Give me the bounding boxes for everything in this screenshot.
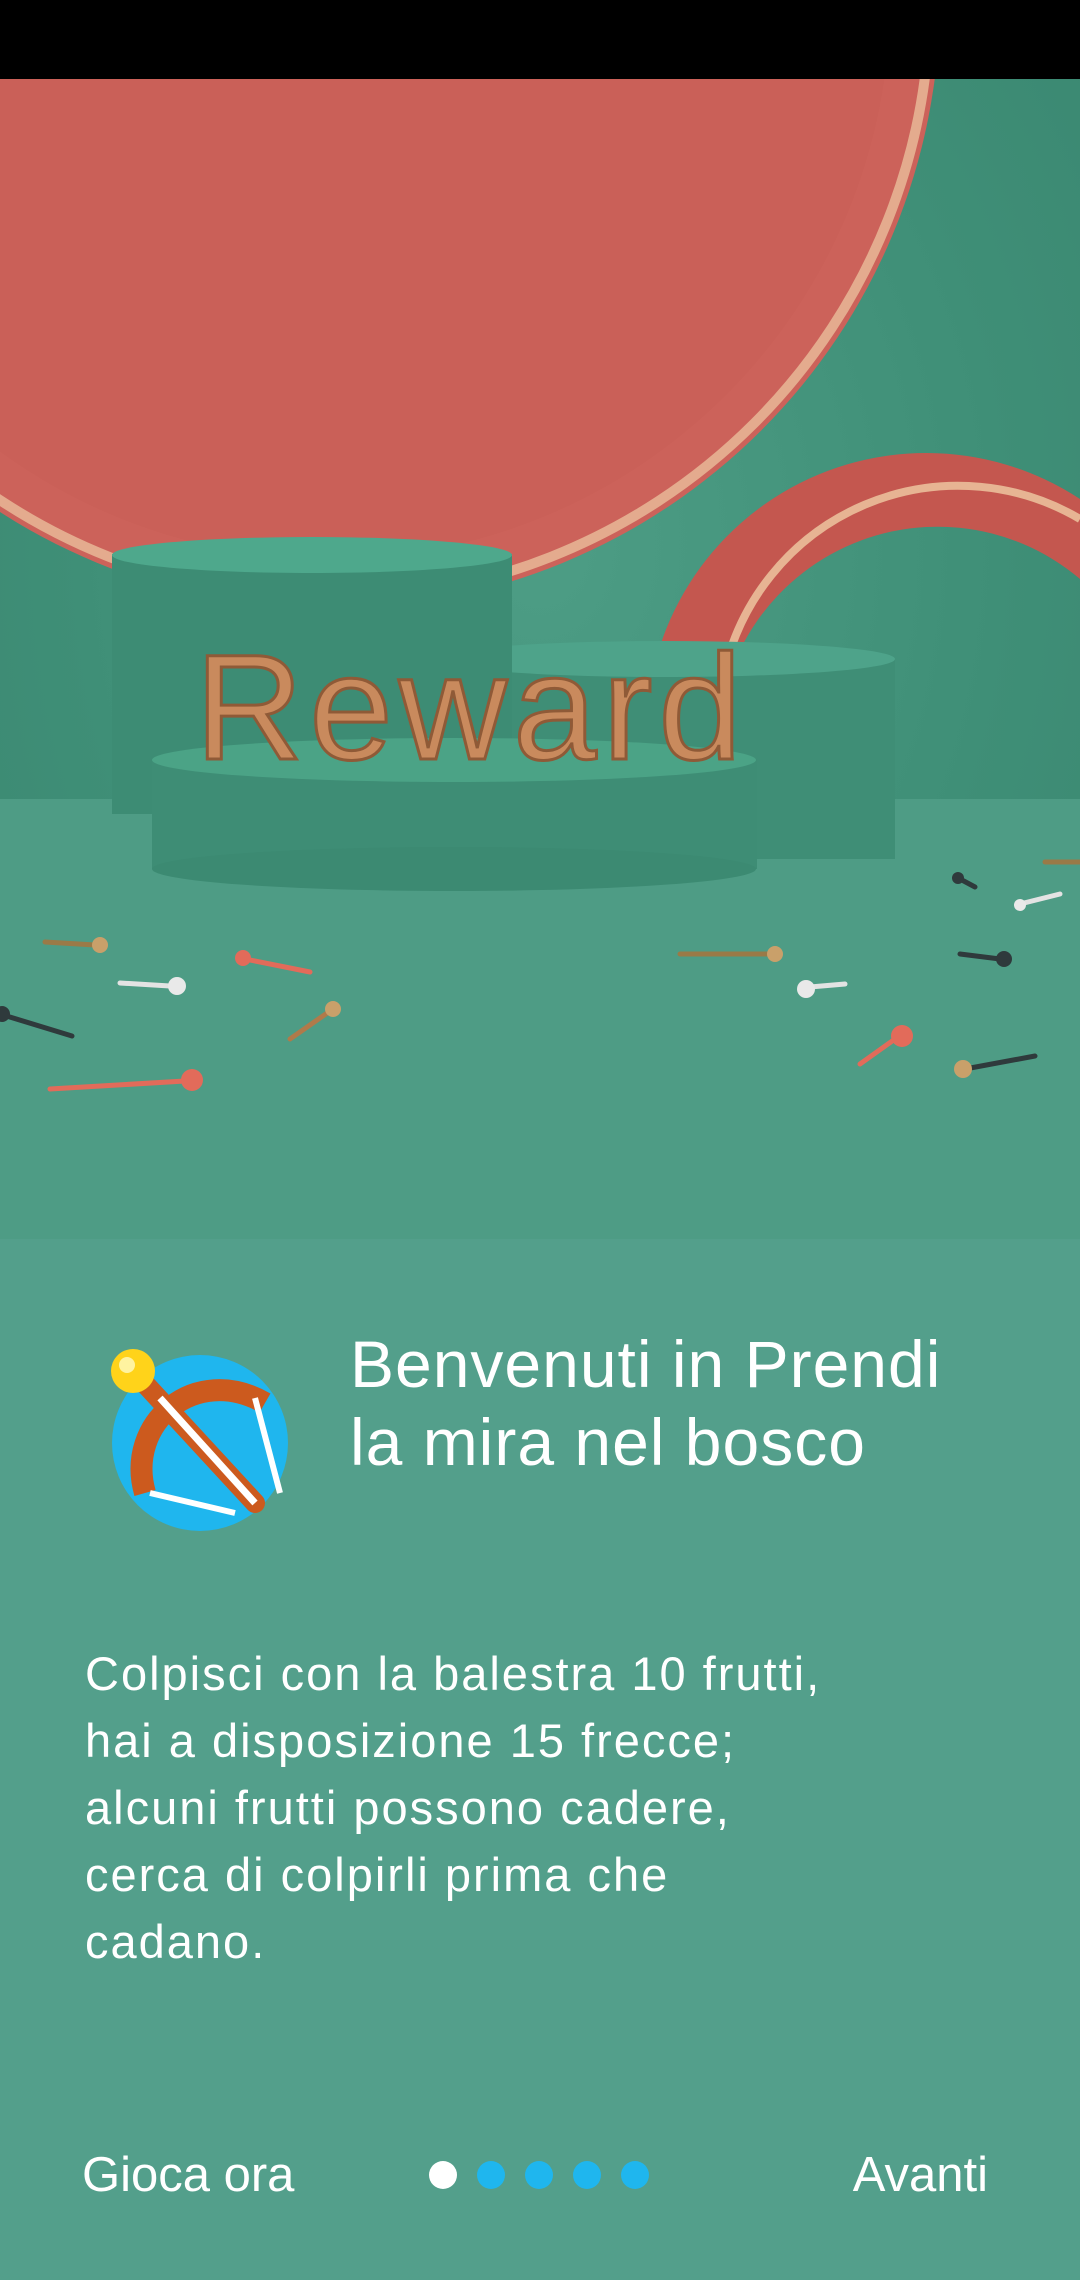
page-dot-3	[525, 2161, 553, 2189]
hero-illustration: Reward	[0, 79, 1080, 1239]
page-dot-1-active	[429, 2161, 457, 2189]
page-dot-2	[477, 2161, 505, 2189]
reward-banner-text: Reward	[195, 623, 748, 791]
bottom-navigation: Gioca ora Avanti	[0, 2130, 1080, 2226]
crossbow-icon	[105, 1343, 295, 1533]
play-now-button[interactable]: Gioca ora	[82, 2140, 294, 2210]
status-bar	[0, 0, 1080, 79]
page-indicator	[429, 2161, 649, 2189]
welcome-title: Benvenuti in Prendi la mira nel bosco	[350, 1327, 942, 1479]
next-button[interactable]: Avanti	[853, 2140, 988, 2210]
page-dot-4	[573, 2161, 601, 2189]
game-description: Colpisci con la balestra 10 frutti, hai …	[85, 1647, 822, 1968]
page-dot-5	[621, 2161, 649, 2189]
